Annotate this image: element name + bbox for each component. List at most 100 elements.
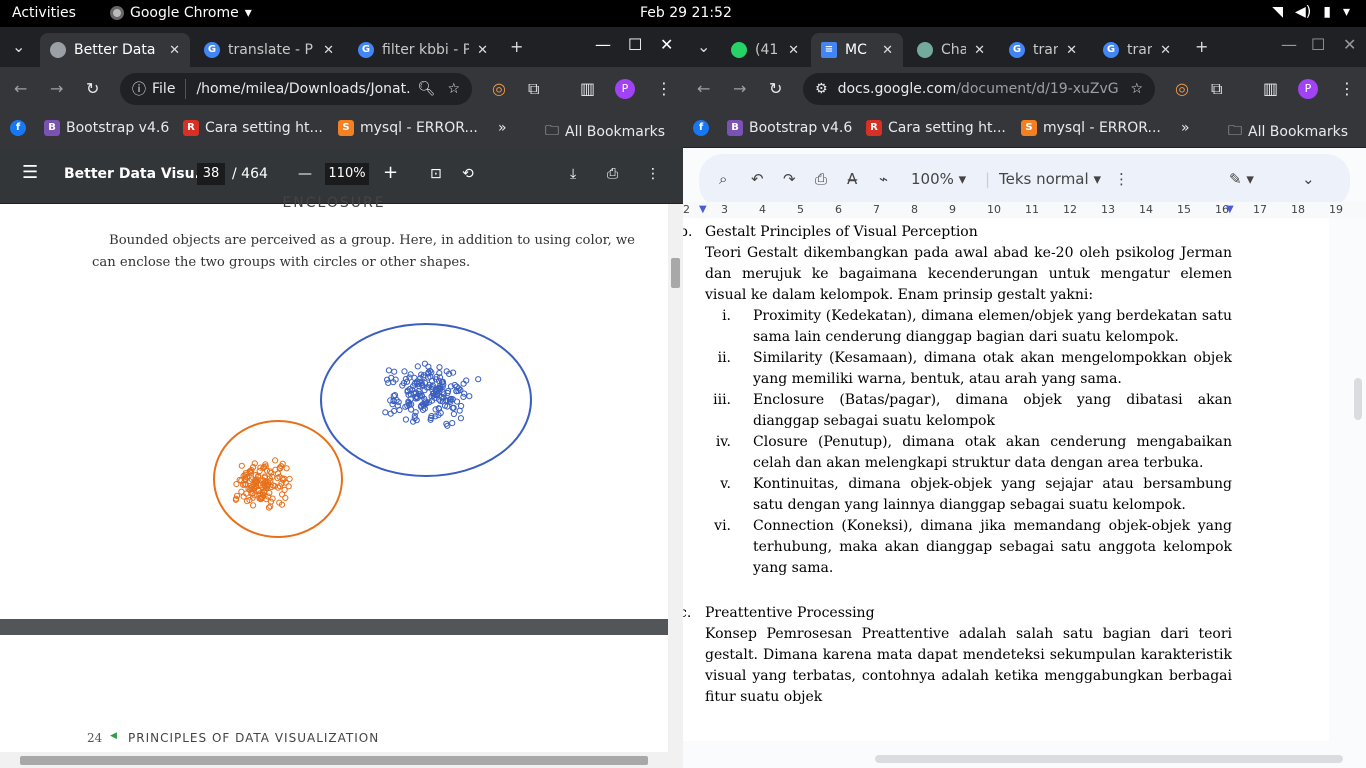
menu-icon[interactable]: ⋮ [1339, 79, 1355, 98]
menu-icon[interactable]: ⋮ [656, 79, 672, 98]
document-page[interactable]: b. Gestalt Principles of Visual Percepti… [683, 218, 1329, 741]
url-text[interactable]: /home/milea/Downloads/Jonat... [196, 81, 409, 97]
right-indent-marker[interactable]: ▼ [1226, 204, 1234, 215]
minimize-button[interactable]: — [1281, 35, 1297, 54]
reload-icon[interactable]: ↻ [86, 79, 99, 98]
close-window-button[interactable]: ✕ [1343, 35, 1356, 54]
bookmark-facebook[interactable]: f [693, 120, 709, 136]
docs-vertical-scrollbar[interactable] [1346, 218, 1366, 768]
side-panel-icon[interactable]: ▥ [580, 79, 595, 98]
site-settings-icon[interactable]: ⚙ [815, 81, 828, 97]
zoom-icon[interactable]: 🔍︎ [418, 81, 436, 97]
tab-filter-kbbi[interactable]: G filter kbbi - P ✕ [348, 33, 498, 67]
activities-button[interactable]: Activities [12, 5, 76, 21]
pdf-vertical-scrollbar[interactable] [668, 204, 683, 768]
close-icon[interactable]: ✕ [169, 43, 180, 58]
omnibox[interactable]: ⓘ File /home/milea/Downloads/Jonat... 🔍︎… [120, 73, 472, 105]
redo-icon[interactable]: ↷ [783, 170, 796, 188]
print-icon[interactable]: ⎙ [815, 170, 827, 188]
url-text[interactable]: docs.google.com/document/d/19-xuZvGE... [838, 81, 1121, 97]
bookmark-facebook[interactable]: f [10, 120, 26, 136]
profile-avatar[interactable]: P [1298, 79, 1318, 99]
omnibox[interactable]: ⚙ docs.google.com/document/d/19-xuZvGE..… [803, 73, 1155, 105]
clock[interactable]: Feb 29 21:52 [640, 5, 732, 21]
zoom-out-button[interactable]: — [298, 166, 312, 182]
star-icon[interactable]: ☆ [1130, 81, 1143, 97]
profile-avatar[interactable]: P [615, 79, 635, 99]
more-options-icon[interactable]: ⋮ [1114, 170, 1129, 188]
forward-icon[interactable]: → [733, 79, 746, 98]
scrollbar-thumb[interactable] [875, 755, 1343, 763]
close-icon[interactable]: ✕ [788, 43, 799, 58]
close-icon[interactable]: ✕ [974, 43, 985, 58]
bookmark-mysql[interactable]: S mysql - ERROR... [338, 120, 478, 136]
all-bookmarks-button[interactable]: 🗀 All Bookmarks [545, 120, 665, 144]
bookmark-cara-setting[interactable]: R Cara setting ht... [866, 120, 1006, 136]
new-tab-button[interactable]: + [510, 37, 523, 56]
close-icon[interactable]: ✕ [1066, 43, 1077, 58]
system-tray[interactable]: ◥ ◀) ▮ ▾ [1272, 4, 1350, 20]
side-panel-icon[interactable]: ▥ [1263, 79, 1278, 98]
bookmark-cara-setting[interactable]: R Cara setting ht... [183, 120, 323, 136]
bookmark-bootstrap[interactable]: B Bootstrap v4.6 [44, 120, 169, 136]
site-info-chip[interactable]: ⓘ File [132, 79, 187, 99]
tab-translate-1[interactable]: G tran ✕ [999, 33, 1087, 67]
zoom-level-input[interactable]: 110% [325, 163, 369, 185]
left-indent-marker[interactable]: ▼ [699, 204, 707, 215]
scrollbar-thumb[interactable] [20, 756, 648, 765]
back-icon[interactable]: ← [697, 79, 710, 98]
more-options-icon[interactable]: ⋮ [646, 166, 660, 182]
extension-color-icon[interactable]: ◎ [492, 79, 506, 98]
bookmarks-overflow-button[interactable]: » [498, 120, 507, 136]
search-menus-icon[interactable]: ⌕ [719, 170, 727, 188]
tab-docs[interactable]: ≡ MC ✕ [811, 33, 903, 67]
extension-color-icon[interactable]: ◎ [1175, 79, 1189, 98]
paint-format-icon[interactable]: ⌁ [879, 170, 888, 188]
minimize-button[interactable]: — [595, 35, 611, 54]
reload-icon[interactable]: ↻ [769, 79, 782, 98]
tab-search-button[interactable]: ⌄ [12, 37, 25, 56]
close-icon[interactable]: ✕ [477, 43, 488, 58]
tab-chatgpt[interactable]: Cha ✕ [907, 33, 995, 67]
forward-icon[interactable]: → [50, 79, 63, 98]
close-icon[interactable]: ✕ [1160, 43, 1171, 58]
scrollbar-thumb[interactable] [671, 258, 680, 288]
fit-page-icon[interactable]: ⊡ [430, 166, 442, 182]
tab-translate-2[interactable]: G tran ✕ [1093, 33, 1181, 67]
star-icon[interactable]: ☆ [447, 81, 460, 97]
all-bookmarks-button[interactable]: 🗀 All Bookmarks [1228, 120, 1348, 144]
tab-translate[interactable]: G translate - P ✕ [194, 33, 344, 67]
docs-horizontal-scrollbar[interactable] [683, 751, 1346, 768]
maximize-button[interactable]: ☐ [1311, 35, 1325, 54]
back-icon[interactable]: ← [14, 79, 27, 98]
download-icon[interactable]: ⤓ [570, 166, 576, 182]
new-tab-button[interactable]: + [1195, 37, 1208, 56]
close-icon[interactable]: ✕ [323, 43, 334, 58]
bookmarks-overflow-button[interactable]: » [1181, 120, 1190, 136]
hamburger-menu-icon[interactable]: ☰ [22, 162, 38, 183]
tab-whatsapp[interactable]: (41 ✕ [721, 33, 809, 67]
close-icon[interactable]: ✕ [882, 43, 893, 58]
bookmark-mysql[interactable]: S mysql - ERROR... [1021, 120, 1161, 136]
print-icon[interactable]: ⎙ [607, 166, 618, 182]
horizontal-ruler[interactable]: 2 3 4 5 6 7 8 9 10 11 12 13 14 15 16 17 18 19 ▼ ▼ [683, 202, 1366, 218]
rotate-icon[interactable]: ⟲ [462, 166, 474, 182]
extensions-icon[interactable]: ⧉ [1211, 79, 1222, 99]
app-menu[interactable]: Google Chrome ▾ [110, 5, 252, 21]
editing-mode-icon[interactable]: ✎ ▾ [1229, 170, 1254, 188]
tab-better-data[interactable]: Better Data ✕ [40, 33, 190, 67]
tab-search-button[interactable]: ⌄ [697, 37, 710, 56]
maximize-button[interactable]: ☐ [628, 35, 642, 54]
scrollbar-thumb[interactable] [1354, 378, 1362, 420]
zoom-select[interactable]: 100% ▾ [911, 170, 966, 188]
close-window-button[interactable]: ✕ [660, 35, 673, 54]
paragraph-style-select[interactable]: Teks normal ▾ [999, 170, 1101, 188]
page-number-input[interactable]: 38 [197, 163, 225, 185]
undo-icon[interactable]: ↶ [751, 170, 764, 188]
extensions-icon[interactable]: ⧉ [528, 79, 539, 99]
spellcheck-icon[interactable]: A̶ [847, 170, 857, 188]
bookmark-bootstrap[interactable]: B Bootstrap v4.6 [727, 120, 852, 136]
zoom-in-button[interactable]: + [383, 162, 398, 183]
collapse-toolbar-icon[interactable]: ⌄ [1302, 170, 1315, 188]
pdf-horizontal-scrollbar[interactable] [0, 752, 668, 768]
